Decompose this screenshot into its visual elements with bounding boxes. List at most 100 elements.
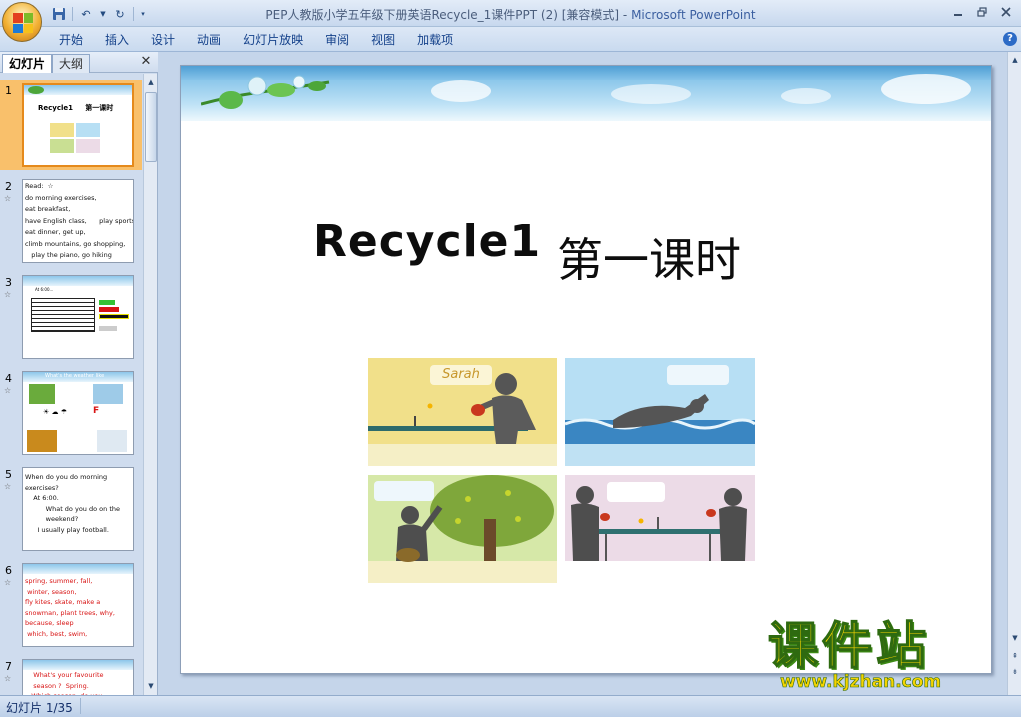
cloud-decoration [881, 74, 971, 104]
animation-star-icon: ☆ [4, 482, 12, 491]
thumbnail-text: What's your favourite season ? Spring. -… [29, 671, 104, 695]
restore-icon[interactable] [971, 3, 993, 21]
thumbnail-card: At 6:00... [22, 275, 134, 359]
photo-picking-apples[interactable] [368, 475, 557, 583]
animation-star-icon: ☆ [4, 674, 12, 683]
redo-icon[interactable]: ↻ [111, 6, 129, 22]
thumbnail-text: Read: ☆ do morning exercises, eat breakf… [25, 182, 133, 259]
document-title: PEP人教版小学五年级下册英语Recycle_1课件PPT (2) [兼容模式]… [265, 8, 632, 22]
qat-separator [72, 7, 73, 21]
thumbnail-slide-4[interactable]: 4 ☆ What's the weather like F ☀ ☁ ☂ [0, 368, 142, 458]
thumbnail-header-deco [23, 660, 133, 670]
qat-separator [133, 7, 134, 21]
window-title: PEP人教版小学五年级下册英语Recycle_1课件PPT (2) [兼容模式]… [0, 6, 1021, 23]
next-slide-icon[interactable]: ⇟ [1009, 666, 1021, 678]
scroll-down-icon[interactable]: ▼ [145, 680, 157, 692]
thumbnail-textbox [31, 298, 95, 332]
close-pane-icon[interactable]: ✕ [139, 55, 153, 69]
tab-addins[interactable]: 加载项 [406, 31, 464, 49]
cloud-decoration [431, 80, 491, 102]
animation-star-icon: ☆ [4, 194, 12, 203]
cloud-decoration [611, 84, 691, 104]
thumbnail-label-red [99, 307, 119, 312]
photo-table-tennis-match[interactable] [565, 475, 755, 583]
help-icon[interactable]: ? [1003, 32, 1017, 46]
thumbnail-title: Recycle1 第一课时 [38, 104, 114, 112]
thumbnail-photo [29, 384, 55, 404]
swimmer-illustration [565, 394, 755, 466]
thumbnail-number: 1 [5, 84, 12, 97]
undo-dropdown-icon[interactable]: ▼ [99, 6, 107, 22]
vine-decoration [201, 75, 330, 109]
animation-star-icon: ☆ [4, 290, 12, 299]
tab-review[interactable]: 审阅 [314, 31, 360, 49]
close-icon[interactable] [995, 3, 1017, 21]
minimize-icon[interactable] [947, 3, 969, 21]
thumbnail-card: Recycle1 第一课时 [22, 83, 134, 167]
thumbnail-photo [76, 139, 100, 153]
leaf-decoration [28, 86, 44, 94]
scrollbar-thumb[interactable] [145, 92, 157, 162]
tab-slides[interactable]: 幻灯片 [2, 54, 53, 73]
thumbnail-text: What's the weather like [45, 373, 105, 379]
thumbnail-number: 4 [5, 372, 12, 385]
ping-pong-illustration [368, 373, 557, 466]
scroll-up-icon[interactable]: ▲ [145, 76, 157, 88]
powerpoint-window: ↶ ▼ ↻ ▾ PEP人教版小学五年级下册英语Recycle_1课件PPT (2… [0, 0, 1021, 717]
office-button[interactable] [2, 2, 42, 42]
thumbnail-label-green [99, 300, 115, 305]
tab-slideshow[interactable]: 幻灯片放映 [232, 31, 314, 49]
slide-editor: Recycle1 第一课时 Sarah [159, 52, 1007, 695]
thumbnail-card: What's the weather like F ☀ ☁ ☂ [22, 371, 134, 455]
current-slide[interactable]: Recycle1 第一课时 Sarah [180, 65, 992, 674]
thumbnail-scrollbar[interactable]: ▲ ▼ [143, 74, 157, 695]
thumbnail-label-dark [99, 314, 129, 319]
thumbnail-card: When do you do morning exercises? At 6:0… [22, 467, 134, 551]
previous-slide-icon[interactable]: ⇞ [1009, 650, 1021, 662]
animation-star-icon: ☆ [4, 386, 12, 395]
tab-home[interactable]: 开始 [48, 31, 94, 49]
thumbnail-number: 6 [5, 564, 12, 577]
thumbnail-slide-3[interactable]: 3 ☆ At 6:00... [0, 272, 142, 362]
tab-design[interactable]: 设计 [140, 31, 186, 49]
thumbnail-photo [93, 384, 123, 404]
office-logo-icon [13, 13, 33, 33]
thumbnail-photo [50, 123, 74, 137]
thumbnail-number: 3 [5, 276, 12, 289]
thumbnail-slide-2[interactable]: 2 ☆ Read: ☆ do morning exercises, eat br… [0, 176, 142, 266]
editor-scrollbar[interactable]: ▲ ▼ ⇞ ⇟ [1007, 52, 1021, 695]
tab-animations[interactable]: 动画 [186, 31, 232, 49]
thumbnail-weather-icons: ☀ ☁ ☂ [43, 408, 68, 416]
undo-icon[interactable]: ↶ [77, 6, 95, 22]
slide-title-english[interactable]: Recycle1 [313, 216, 541, 267]
tab-insert[interactable]: 插入 [94, 31, 140, 49]
tab-view[interactable]: 视图 [360, 31, 406, 49]
thumbnail-slide-5[interactable]: 5 ☆ When do you do morning exercises? At… [0, 464, 142, 554]
customize-qat-icon[interactable]: ▾ [138, 6, 148, 22]
thumbnail-card: Read: ☆ do morning exercises, eat breakf… [22, 179, 134, 263]
thumbnail-text: spring, summer, fall, winter, season, fl… [25, 577, 115, 638]
quick-access-toolbar: ↶ ▼ ↻ ▾ [50, 5, 148, 23]
thumbnail-card: What's your favourite season ? Spring. -… [22, 659, 134, 695]
pane-tabs: 幻灯片 大纲 ✕ [0, 52, 158, 73]
status-bar: 幻灯片 1/35 [0, 695, 1021, 717]
thumbnail-photo [50, 139, 74, 153]
thumbnail-slide-6[interactable]: 6 ☆ spring, summer, fall, winter, season… [0, 560, 142, 650]
thumbnail-glyph: F [93, 406, 100, 416]
tab-outline[interactable]: 大纲 [52, 54, 91, 73]
thumbnail-label-grey [99, 326, 117, 331]
slide-title-chinese[interactable]: 第一课时 [557, 224, 741, 290]
thumbnail-number: 7 [5, 660, 12, 673]
thumbnail-list: 1 Recycle1 第一课时 2 ☆ Read: ☆ do morning e… [0, 74, 142, 695]
scroll-up-icon[interactable]: ▲ [1009, 54, 1021, 66]
thumbnail-slide-1[interactable]: 1 Recycle1 第一课时 [0, 80, 142, 170]
photo-table-tennis-sarah[interactable]: Sarah [368, 358, 557, 466]
window-controls [947, 3, 1017, 21]
thumbnail-number: 2 [5, 180, 12, 193]
thumbnail-slide-7[interactable]: 7 ☆ What's your favourite season ? Sprin… [0, 656, 142, 695]
scroll-down-icon[interactable]: ▼ [1009, 632, 1021, 644]
photo-swimming[interactable] [565, 358, 755, 466]
thumbnail-number: 5 [5, 468, 12, 481]
thumbnail-header-deco [23, 564, 133, 574]
save-icon[interactable] [50, 6, 68, 22]
